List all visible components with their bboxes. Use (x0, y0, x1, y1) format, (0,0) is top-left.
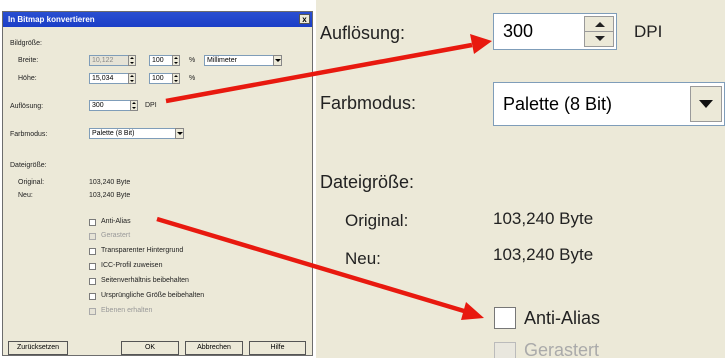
zoom-new-value: 103,240 Byte (493, 245, 594, 264)
image-size-label: Bildgröße: (10, 40, 42, 47)
keep-original-size-checkbox[interactable] (89, 293, 96, 300)
height-spinner[interactable] (128, 73, 136, 84)
width-percent-sign: % (189, 57, 196, 64)
keep-aspect-ratio-checkbox[interactable] (89, 278, 96, 285)
dialog-title: In Bitmap konvertieren (8, 15, 95, 24)
help-button[interactable]: Hilfe (249, 341, 306, 355)
zoom-dpi-label: DPI (634, 22, 663, 41)
unit-dropdown-arrow[interactable] (273, 55, 282, 66)
original-size-label: Original: (18, 179, 45, 186)
keep-layers-checkbox (89, 308, 96, 315)
zoom-resolution-label: Auflösung: (320, 23, 406, 43)
rasterized-checkbox (89, 233, 96, 240)
zoom-new-label: Neu: (345, 249, 381, 268)
reset-button[interactable]: Zurücksetzen (8, 341, 68, 355)
width-percent-spinner[interactable] (172, 55, 180, 66)
anti-alias-label: Anti-Alias (101, 218, 131, 225)
zoom-file-size-label: Dateigröße: (320, 172, 415, 192)
resolution-spinner[interactable] (130, 100, 138, 111)
keep-aspect-ratio-label: Seitenverhältnis beibehalten (101, 277, 189, 284)
original-size-value: 103,240 Byte (89, 179, 131, 186)
unit-select[interactable]: Millimeter (204, 55, 282, 66)
keep-original-size-label: Ursprüngliche Größe beibehalten (101, 292, 205, 299)
icc-profile-checkbox[interactable] (89, 263, 96, 270)
color-mode-label: Farbmodus: (10, 131, 48, 138)
zoom-anti-alias-label: Anti-Alias (524, 308, 601, 328)
file-size-label: Dateigröße: (10, 162, 47, 169)
transparent-background-checkbox[interactable] (89, 248, 96, 255)
color-mode-select[interactable]: Palette (8 Bit) (89, 128, 184, 139)
icc-profile-label: ICC-Profil zuweisen (101, 262, 163, 269)
zoom-spinner-divider (584, 31, 614, 32)
cancel-button[interactable]: Abbrechen (185, 341, 243, 355)
zoom-original-label: Original: (345, 211, 409, 230)
height-label: Höhe: (18, 75, 37, 82)
dpi-label: DPI (145, 102, 157, 109)
close-button[interactable]: x (299, 14, 310, 24)
bitmap-convert-dialog: In Bitmap konvertieren x Bildgröße: Brei… (2, 11, 313, 356)
zoom-rasterized-label: Gerastert (524, 340, 600, 358)
dialog-titlebar: In Bitmap konvertieren x (3, 12, 312, 27)
new-size-value: 103,240 Byte (89, 192, 131, 199)
ok-button[interactable]: OK (121, 341, 179, 355)
new-size-label: Neu: (18, 192, 33, 199)
keep-layers-label: Ebenen erhalten (101, 307, 153, 314)
width-label: Breite: (18, 57, 39, 64)
zoom-color-mode-label: Farbmodus: (320, 93, 417, 113)
height-percent-sign: % (189, 75, 196, 82)
anti-alias-checkbox[interactable] (89, 219, 96, 226)
height-percent-spinner[interactable] (172, 73, 180, 84)
resolution-label: Auflösung: (10, 103, 44, 110)
zoom-original-value: 103,240 Byte (493, 209, 594, 228)
rasterized-label: Gerastert (101, 232, 131, 239)
color-mode-dropdown-arrow[interactable] (175, 128, 184, 139)
width-spinner[interactable] (128, 55, 136, 66)
zoom-rasterized-checkbox (494, 342, 516, 358)
transparent-background-label: Transparenter Hintergrund (101, 247, 184, 254)
zoom-anti-alias-checkbox[interactable] (494, 307, 516, 329)
zoomed-detail-panel: Auflösung: 300 DPI Farbmodus: Palette (8… (316, 0, 725, 358)
zoom-color-mode-dropdown-arrow[interactable] (690, 86, 722, 122)
